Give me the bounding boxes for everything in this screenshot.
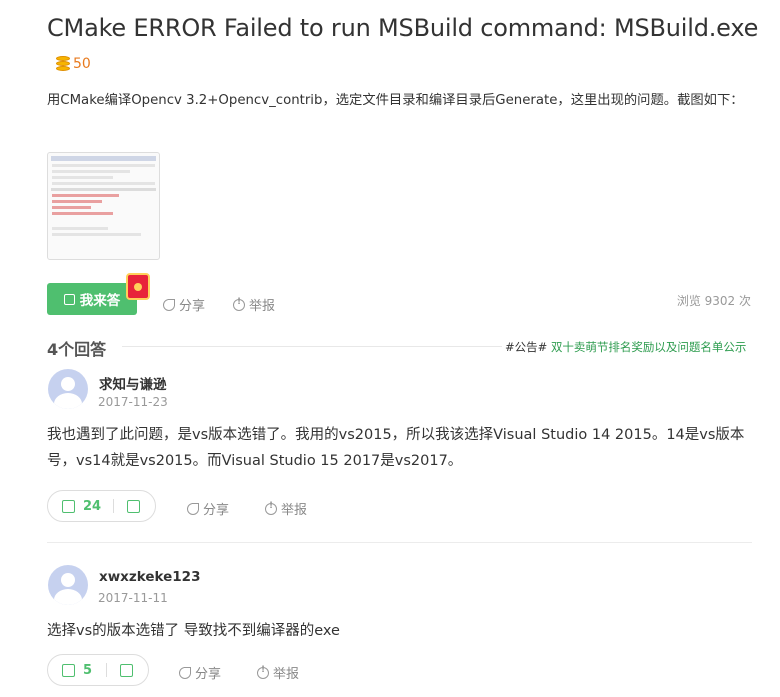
upvote-count: 5 — [83, 662, 93, 678]
red-envelope-icon — [126, 273, 150, 300]
answer-date: 2017-11-23 — [98, 395, 168, 409]
question-report-button[interactable]: 举报 — [233, 295, 275, 314]
thumbs-down-icon — [120, 663, 134, 677]
report-label: 举报 — [273, 667, 300, 682]
notice-text: 双十卖萌节排名奖励以及问题名单公示 — [550, 340, 747, 354]
upvote-count: 24 — [83, 498, 102, 514]
answer-text: 选择vs的版本选错了 导致找不到编译器的exe — [47, 623, 340, 639]
question-title: CMake ERROR Failed to run MSBuild comman… — [47, 14, 759, 42]
report-label: 举报 — [281, 503, 308, 518]
answer-author[interactable]: xwxzkeke123 — [99, 569, 200, 585]
share-label: 分享 — [195, 667, 222, 682]
downvote-button[interactable] — [120, 663, 134, 677]
bounty-badge: 50 — [56, 55, 91, 73]
share-icon — [187, 502, 199, 515]
answer-button[interactable]: 我来答 — [47, 283, 137, 315]
report-icon — [233, 297, 245, 311]
report-icon — [265, 501, 277, 515]
thumbs-up-icon — [62, 499, 75, 513]
report-icon — [257, 665, 269, 679]
screenshot-thumbnail[interactable] — [47, 152, 160, 260]
answer-share-button[interactable]: 分享 — [187, 499, 229, 518]
heading-divider — [122, 346, 502, 347]
answer-divider — [47, 542, 752, 543]
upvote-button[interactable]: 5 — [48, 663, 92, 678]
vote-separator — [113, 499, 115, 513]
view-count: 浏览 9302 次 — [676, 294, 751, 308]
question-description: 用CMake编译Opencv 3.2+Opencv_contrib，选定文件目录… — [47, 93, 744, 108]
coin-stack-icon — [56, 56, 70, 72]
thumbs-down-icon — [127, 499, 141, 513]
answer-author[interactable]: 求知与谦逊 — [99, 373, 167, 393]
share-icon — [179, 666, 191, 679]
vote-control: 5 — [47, 654, 149, 686]
share-label: 分享 — [203, 503, 230, 518]
question-share-button[interactable]: 分享 — [163, 295, 205, 314]
answer-report-button[interactable]: 举报 — [265, 499, 307, 518]
answer-button-label: 我来答 — [79, 293, 121, 309]
thumbs-up-icon — [62, 663, 75, 677]
answer-report-button[interactable]: 举报 — [257, 663, 299, 682]
bounty-value: 50 — [73, 56, 91, 72]
pen-icon — [63, 293, 75, 305]
share-icon — [163, 298, 175, 311]
answers-count-heading: 4个回答 — [47, 340, 107, 359]
answer-text: 我也遇到了此问题，是vs版本选错了。我用的vs2015，所以我该选择Visual… — [47, 427, 745, 469]
notice-link[interactable]: #公告# 双十卖萌节排名奖励以及问题名单公示 — [505, 339, 746, 355]
downvote-button[interactable] — [127, 499, 141, 513]
report-label: 举报 — [249, 299, 276, 314]
share-label: 分享 — [179, 299, 206, 314]
notice-tag: #公告# — [505, 340, 548, 354]
vote-control: 24 — [47, 490, 156, 522]
default-avatar-icon[interactable] — [48, 369, 88, 409]
vote-separator — [106, 663, 108, 677]
upvote-button[interactable]: 24 — [48, 499, 101, 514]
answer-share-button[interactable]: 分享 — [179, 663, 221, 682]
answer-date: 2017-11-11 — [98, 591, 168, 605]
question-page: CMake ERROR Failed to run MSBuild comman… — [0, 0, 780, 697]
default-avatar-icon[interactable] — [48, 565, 88, 605]
